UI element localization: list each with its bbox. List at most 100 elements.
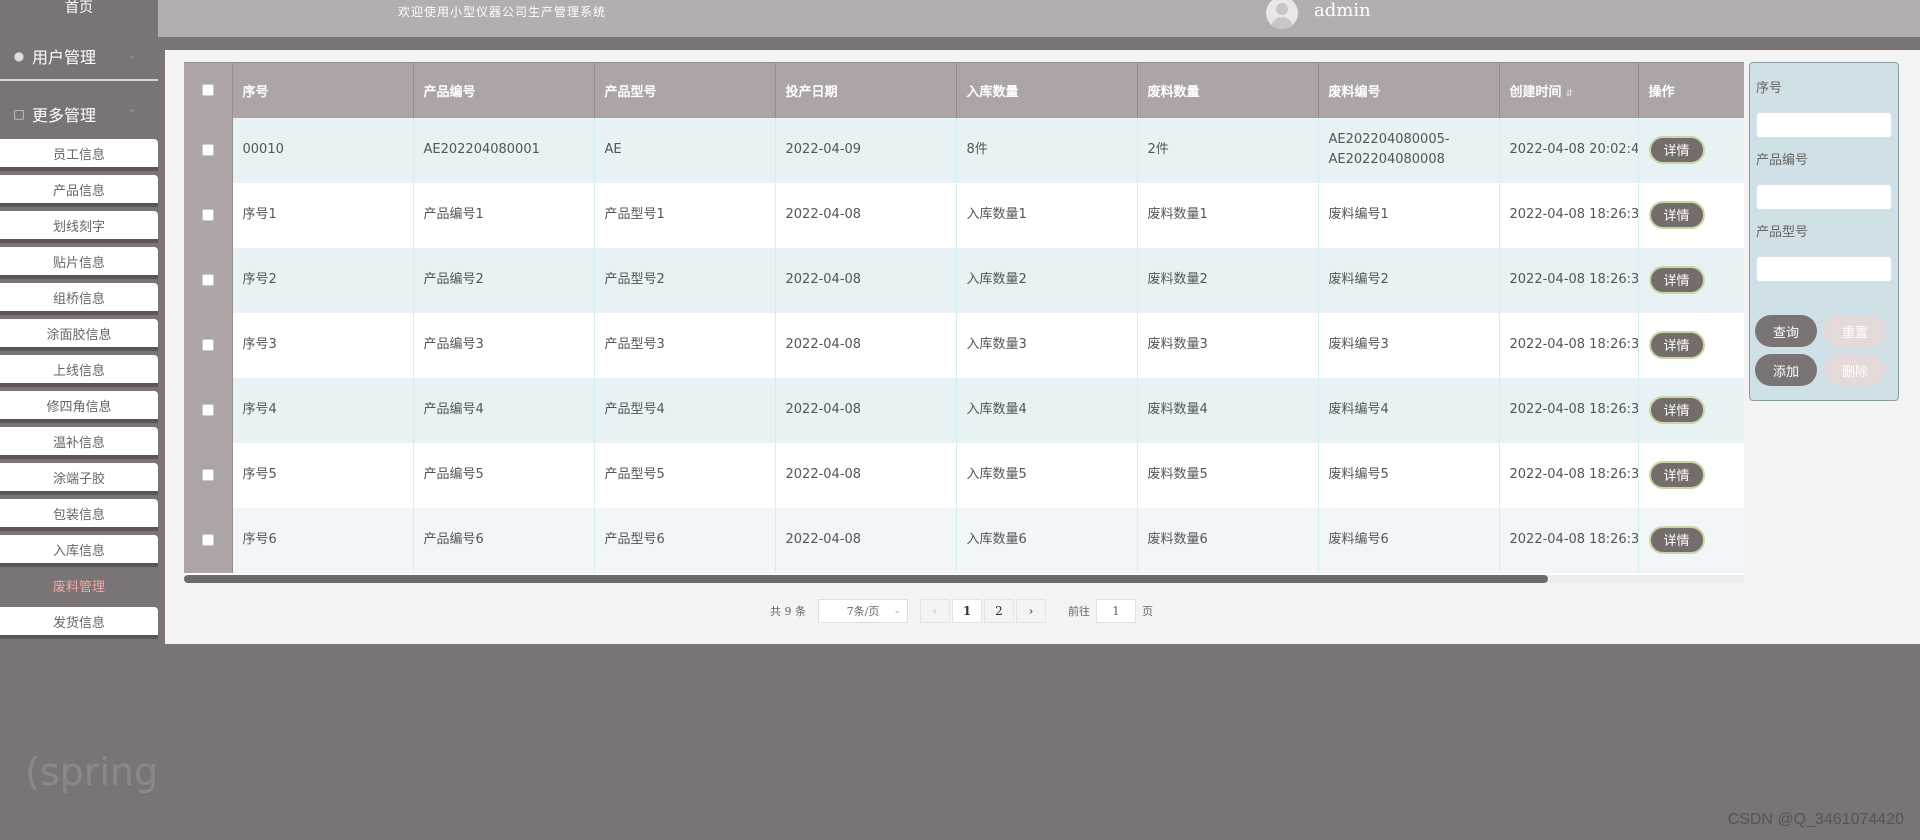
row-checkbox[interactable]	[184, 117, 233, 183]
table-row[interactable]: 序号2 产品编号2 产品型号2 2022-04-08 入库数量2 废料数量2 废料编号2 20…	[184, 247, 1744, 313]
col-header-created-time[interactable]: 创建时间 ⇵	[1499, 62, 1639, 118]
sidebar-item-engraving[interactable]: 划线刻字	[0, 211, 158, 243]
cell-product-no: 产品编号1	[413, 182, 595, 248]
background-watermark: (spring	[25, 750, 159, 794]
checkbox-box	[201, 208, 214, 221]
row-checkbox[interactable]	[184, 312, 233, 378]
cell-waste-qty: 废料数量1	[1137, 182, 1319, 248]
cell-created-time: 2022-04-08 18:26:3	[1499, 312, 1639, 378]
square-icon: □	[13, 107, 25, 121]
sidebar-home[interactable]: 首页	[0, 0, 158, 16]
reset-button[interactable]: 重置	[1824, 315, 1886, 347]
detail-button[interactable]: 详情	[1648, 266, 1705, 294]
goto-page-input[interactable]: 1	[1096, 599, 1136, 623]
page-1-button[interactable]: 1	[952, 599, 982, 623]
sidebar-item-terminal-glue[interactable]: 涂端子胶	[0, 463, 158, 495]
main-panel: 序号 产品编号 产品型号 投产日期 入库数量 废料数量 废料编号 创建时间 ⇵ 操…	[165, 50, 1920, 644]
row-checkbox[interactable]	[184, 442, 233, 508]
cell-waste-qty: 废料数量5	[1137, 442, 1319, 508]
cell-id: 序号4	[232, 377, 414, 443]
cell-storage-qty: 入库数量2	[956, 247, 1138, 313]
col-header-id: 序号	[232, 62, 414, 118]
page-size-value: 7条/页	[846, 605, 880, 618]
search-input-id[interactable]	[1756, 112, 1892, 138]
scrollbar-thumb[interactable]	[184, 575, 1548, 583]
detail-button[interactable]: 详情	[1648, 461, 1705, 489]
table-header-row: 序号 产品编号 产品型号 投产日期 入库数量 废料数量 废料编号 创建时间 ⇵ 操…	[184, 62, 1744, 118]
sidebar-item-storage[interactable]: 入库信息	[0, 535, 158, 567]
row-checkbox[interactable]	[184, 182, 233, 248]
next-page-button[interactable]: ›	[1016, 599, 1046, 623]
cell-storage-qty: 入库数量6	[956, 507, 1138, 573]
query-button[interactable]: 查询	[1755, 315, 1817, 347]
cell-production-date: 2022-04-08	[775, 182, 957, 248]
cell-product-model: 产品型号3	[594, 312, 776, 378]
cell-waste-no: 废料编号3	[1318, 312, 1500, 378]
cell-created-time: 2022-04-08 18:26:3	[1499, 377, 1639, 443]
horizontal-scrollbar[interactable]	[184, 575, 1744, 583]
add-button[interactable]: 添加	[1755, 354, 1817, 386]
row-checkbox[interactable]	[184, 247, 233, 313]
table-row[interactable]: 序号6 产品编号6 产品型号6 2022-04-08 入库数量6 废料数量6 废料编号6 20…	[184, 507, 1744, 573]
table-row[interactable]: 序号3 产品编号3 产品型号3 2022-04-08 入库数量3 废料数量3 废料编号3 20…	[184, 312, 1744, 378]
sidebar-item-packaging[interactable]: 包装信息	[0, 499, 158, 531]
sidebar-group-more[interactable]: □ 更多管理 ⌃	[0, 91, 158, 137]
sidebar-item-shipping[interactable]: 发货信息	[0, 607, 158, 639]
table-row[interactable]: 序号5 产品编号5 产品型号5 2022-04-08 入库数量5 废料数量5 废料编号5 20…	[184, 442, 1744, 508]
cell-production-date: 2022-04-08	[775, 442, 957, 508]
cell-created-time: 2022-04-08 20:02:4	[1499, 117, 1639, 183]
sidebar-group-user[interactable]: ● 用户管理 ⌄	[0, 33, 158, 81]
cell-product-model: AE	[594, 117, 776, 183]
cell-actions: 详情	[1638, 182, 1744, 248]
sidebar-group-label: 用户管理	[32, 48, 97, 67]
csdn-watermark: CSDN @Q_3461074420	[1727, 811, 1904, 828]
cell-product-model: 产品型号1	[594, 182, 776, 248]
table-row[interactable]: 00010 AE202204080001 AE 2022-04-09 8件 2件 AE202…	[184, 117, 1744, 183]
detail-button[interactable]: 详情	[1648, 396, 1705, 424]
sort-icon[interactable]: ⇵	[1566, 89, 1574, 99]
checkbox-box	[201, 143, 214, 156]
search-panel: 序号 产品编号 产品型号 查询 重置 添加 删除	[1749, 62, 1899, 401]
table-row[interactable]: 序号4 产品编号4 产品型号4 2022-04-08 入库数量4 废料数量4 废料编号4 20…	[184, 377, 1744, 443]
sidebar-item-surface-glue[interactable]: 涂面胶信息	[0, 319, 158, 351]
cell-production-date: 2022-04-08	[775, 377, 957, 443]
search-input-product-model[interactable]	[1756, 256, 1892, 282]
sidebar-item-product[interactable]: 产品信息	[0, 175, 158, 207]
cell-waste-no: 废料编号2	[1318, 247, 1500, 313]
sidebar-item-patch[interactable]: 贴片信息	[0, 247, 158, 279]
cell-product-no: 产品编号5	[413, 442, 595, 508]
table-row[interactable]: 序号1 产品编号1 产品型号1 2022-04-08 入库数量1 废料数量1 废料编号1 20…	[184, 182, 1744, 248]
total-count: 共 9 条	[770, 605, 806, 618]
top-header: 欢迎使用小型仪器公司生产管理系统 admin	[158, 0, 1920, 37]
search-input-product-no[interactable]	[1756, 184, 1892, 210]
checkbox-box	[201, 468, 214, 481]
pagination: 共 9 条 7条/页 ⌄ ‹ 1 2 › 前往 1 页	[770, 599, 1153, 623]
sidebar-item-temp-comp[interactable]: 温补信息	[0, 427, 158, 459]
sidebar-item-bridge[interactable]: 组桥信息	[0, 283, 158, 315]
cell-storage-qty: 入库数量3	[956, 312, 1138, 378]
row-checkbox[interactable]	[184, 377, 233, 443]
sidebar-item-online[interactable]: 上线信息	[0, 355, 158, 387]
page-2-button[interactable]: 2	[984, 599, 1014, 623]
prev-page-button[interactable]: ‹	[920, 599, 950, 623]
cell-actions: 详情	[1638, 312, 1744, 378]
username[interactable]: admin	[1314, 0, 1371, 21]
detail-button[interactable]: 详情	[1648, 331, 1705, 359]
detail-button[interactable]: 详情	[1648, 526, 1705, 554]
sidebar-item-waste[interactable]: 废料管理	[0, 571, 158, 603]
select-all-checkbox[interactable]	[184, 62, 233, 118]
cell-product-no: 产品编号6	[413, 507, 595, 573]
sidebar-item-corner[interactable]: 修四角信息	[0, 391, 158, 423]
avatar[interactable]	[1266, 0, 1298, 29]
chevron-up-icon: ⌃	[127, 108, 136, 120]
page-size-select[interactable]: 7条/页 ⌄	[818, 599, 908, 623]
delete-button[interactable]: 删除	[1824, 354, 1886, 386]
detail-button[interactable]: 详情	[1648, 201, 1705, 229]
detail-button[interactable]: 详情	[1648, 136, 1705, 164]
cell-actions: 详情	[1638, 377, 1744, 443]
col-header-production-date: 投产日期	[775, 62, 957, 118]
cell-storage-qty: 入库数量5	[956, 442, 1138, 508]
row-checkbox[interactable]	[184, 507, 233, 573]
sidebar-item-employee[interactable]: 员工信息	[0, 139, 158, 171]
cell-waste-qty: 2件	[1137, 117, 1319, 183]
